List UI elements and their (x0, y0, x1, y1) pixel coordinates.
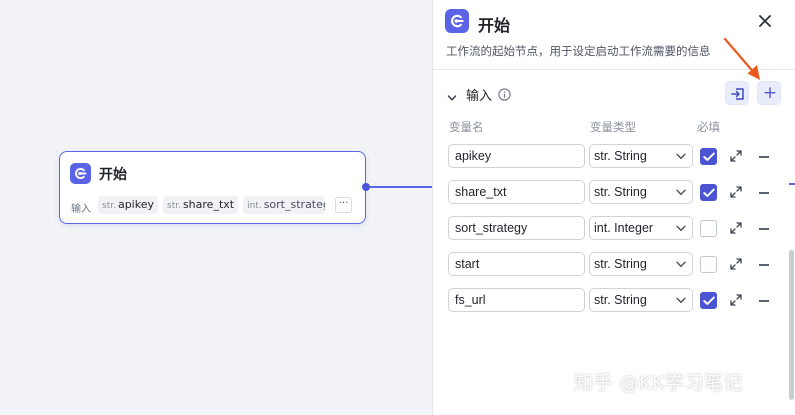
variable-chip: str. share_txt (163, 196, 239, 214)
plus-icon: + (762, 83, 778, 103)
chevron-down-icon (676, 189, 686, 196)
import-variables-button[interactable] (725, 81, 749, 105)
connection-edge-continuation (789, 183, 795, 185)
section-title-input: 输入 (466, 89, 493, 104)
variable-type-select[interactable]: str. String (589, 180, 693, 204)
info-icon[interactable] (498, 86, 511, 101)
variable-row: sort_strategy int. Integer (433, 216, 795, 242)
minus-icon[interactable] (759, 264, 769, 266)
chip-name: apikey (117, 198, 154, 211)
variable-type-value: str. String (594, 149, 647, 163)
import-icon (731, 88, 744, 100)
required-checkbox[interactable] (700, 292, 717, 309)
add-variable-button[interactable]: + (757, 81, 781, 105)
start-node[interactable]: 开始 输入 str. apikey str. share_txt int. so… (59, 151, 366, 224)
panel-scrollbar[interactable] (789, 250, 794, 400)
minus-icon[interactable] (759, 228, 769, 230)
variable-type-value: int. Integer (594, 221, 654, 235)
variable-name-input[interactable]: start (448, 252, 585, 276)
expand-icon[interactable] (730, 294, 742, 306)
chevron-down-icon[interactable] (447, 88, 457, 101)
variable-name-input[interactable]: fs_url (448, 288, 585, 312)
variable-row: start str. String (433, 252, 795, 278)
column-header-type: 变量类型 (590, 120, 636, 134)
connection-edge (370, 186, 432, 188)
start-node-icon (445, 9, 469, 33)
chip-type: str. (102, 201, 116, 211)
variable-type-value: str. String (594, 257, 647, 271)
node-variable-chips: str. apikey str. share_txt int. sort_str… (98, 196, 326, 214)
variable-chip: str. apikey (98, 196, 158, 214)
watermark: 知乎 @KK学习笔记 (574, 372, 743, 394)
chip-name: sort_strategy (263, 198, 325, 211)
more-variables-button[interactable]: ··· (335, 197, 352, 213)
expand-icon[interactable] (730, 150, 742, 162)
variable-row: fs_url str. String (433, 288, 795, 314)
variable-type-select[interactable]: int. Integer (589, 216, 693, 240)
chip-name: share_txt (182, 198, 235, 211)
variable-type-value: str. String (594, 185, 647, 199)
panel-description: 工作流的起始节点，用于设定启动工作流需要的信息 (446, 44, 711, 58)
chevron-down-icon (676, 297, 686, 304)
node-output-port[interactable] (362, 183, 370, 191)
checkmark-icon (703, 188, 715, 197)
chevron-down-icon (676, 153, 686, 160)
required-checkbox[interactable] (700, 220, 717, 237)
variable-chip: int. sort_strategy (243, 196, 326, 214)
column-header-required: 必填 (697, 120, 720, 134)
start-node-icon (70, 163, 91, 184)
variable-name-input[interactable]: sort_strategy (448, 216, 585, 240)
minus-icon[interactable] (759, 192, 769, 194)
required-checkbox[interactable] (700, 148, 717, 165)
chip-type: int. (247, 201, 262, 211)
required-checkbox[interactable] (700, 184, 717, 201)
chip-type: str. (167, 201, 181, 211)
annotation-arrow-icon (723, 37, 760, 80)
node-input-label: 输入 (71, 204, 91, 215)
variable-type-value: str. String (594, 293, 647, 307)
panel-title: 开始 (478, 16, 511, 35)
chevron-down-icon (676, 261, 686, 268)
required-checkbox[interactable] (700, 256, 717, 273)
minus-icon[interactable] (759, 156, 769, 158)
variable-type-select[interactable]: str. String (589, 288, 693, 312)
variable-type-select[interactable]: str. String (589, 144, 693, 168)
variable-row: share_txt str. String (433, 180, 795, 206)
checkmark-icon (703, 152, 715, 161)
chevron-down-icon (676, 225, 686, 232)
column-header-name: 变量名 (449, 120, 484, 134)
node-title: 开始 (99, 167, 127, 183)
checkmark-icon (703, 296, 715, 305)
expand-icon[interactable] (730, 222, 742, 234)
minus-icon[interactable] (759, 300, 769, 302)
close-icon[interactable] (755, 11, 775, 31)
variable-name-input[interactable]: apikey (448, 144, 585, 168)
variable-name-input[interactable]: share_txt (448, 180, 585, 204)
variable-row: apikey str. String (433, 144, 795, 170)
expand-icon[interactable] (730, 258, 742, 270)
variable-type-select[interactable]: str. String (589, 252, 693, 276)
expand-icon[interactable] (730, 186, 742, 198)
